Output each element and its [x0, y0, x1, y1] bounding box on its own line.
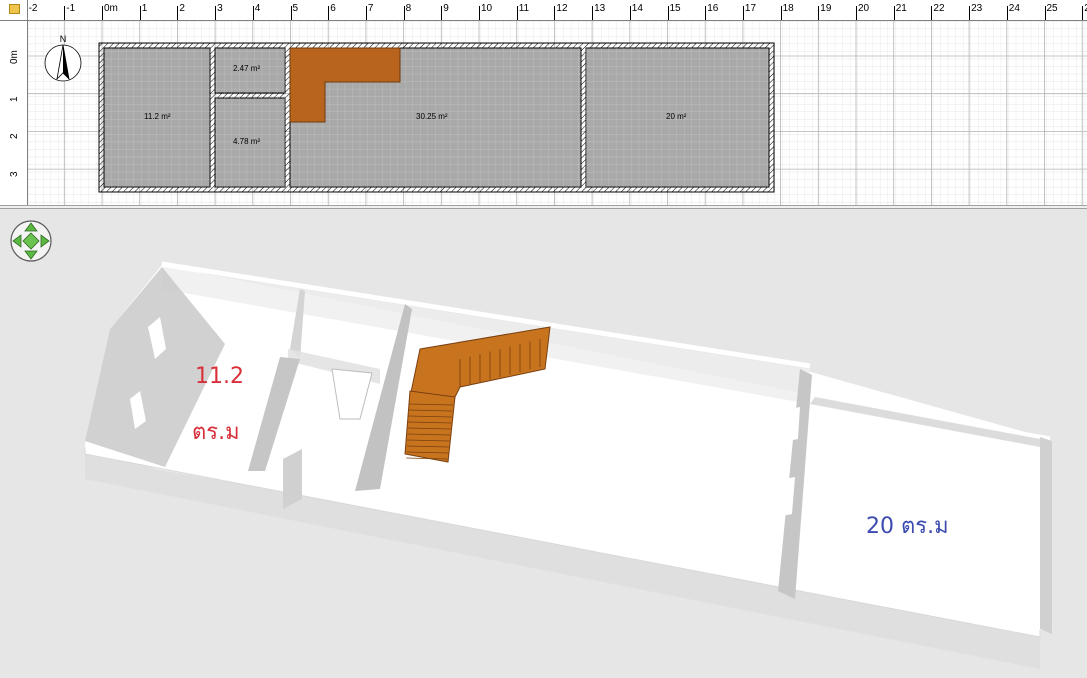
ruler-tick — [1006, 6, 1008, 20]
ruler-tick — [252, 6, 254, 20]
ruler-tick-label: 12 — [556, 3, 568, 14]
horizontal-ruler — [0, 0, 1087, 21]
ruler-tick — [818, 6, 820, 20]
ruler-tick-label: 2 — [179, 3, 185, 14]
compass-north-label: N — [60, 34, 67, 44]
ruler-tick-label: 0m — [104, 3, 118, 14]
ruler-tick-label: 22 — [933, 3, 945, 14]
ruler-tick — [592, 6, 594, 20]
ruler-tick — [365, 6, 367, 20]
ruler-corner — [0, 0, 28, 21]
area-unit-annotation: ตร.ม — [192, 420, 240, 445]
ruler-tick-label: 6 — [330, 3, 336, 14]
ruler-tick-label: 3 — [9, 171, 20, 178]
ruler-tick — [1082, 6, 1084, 20]
ruler-tick-label: 13 — [594, 3, 606, 14]
plan-drawing[interactable]: N — [28, 21, 1087, 205]
ruler-tick-label: 19 — [820, 3, 832, 14]
ruler-tick — [554, 6, 556, 20]
ruler-tick-label: -2 — [28, 3, 38, 14]
ruler-tick-label: 2 — [9, 133, 20, 140]
ruler-tick — [893, 6, 895, 20]
area-annotation: 11.2 — [195, 364, 244, 389]
ruler-tick-label: 23 — [971, 3, 983, 14]
ruler-tick-label: 15 — [669, 3, 681, 14]
right-end-wall — [1040, 437, 1052, 634]
room-area-label: 11.2 m² — [144, 112, 171, 121]
ruler-tick-label: 25 — [1046, 3, 1058, 14]
ruler-tick — [139, 6, 141, 20]
room-area-label: 4.78 m² — [233, 137, 261, 146]
vertical-ruler — [0, 20, 28, 205]
ruler-tick-label: 7 — [367, 3, 374, 14]
ruler-tick-label: 10 — [481, 3, 493, 14]
ruler-tick-label: 18 — [782, 3, 794, 14]
ruler-tick-label: 3 — [217, 3, 223, 14]
navigation-arrows-icon[interactable] — [9, 219, 53, 263]
plan-grid[interactable]: N 11.2 m² 2.47 m² 4.78 m² 30.25 m² 20 m² — [28, 21, 1087, 205]
ruler-tick-label: 5 — [292, 3, 299, 14]
ruler-tick-label: -1 — [66, 3, 76, 14]
stairs-lower — [404, 390, 456, 463]
area-annotation: 20 ตร.ม — [866, 514, 949, 539]
ruler-tick-label: 24 — [1008, 3, 1020, 14]
ruler-tick-label: 20 — [858, 3, 870, 14]
ruler-tick-label: 14 — [631, 3, 643, 14]
ruler-tick — [479, 6, 480, 20]
ruler-tick — [856, 6, 857, 20]
ruler-tick — [64, 6, 66, 20]
ruler-tick-label: 16 — [707, 3, 719, 14]
ruler-tick — [102, 6, 103, 20]
ruler-tick-label: 0m — [9, 50, 20, 64]
3d-view[interactable]: 11.2 ตร.ม 20 ตร.ม — [0, 209, 1087, 678]
ruler-tick-label: 17 — [744, 3, 757, 14]
ruler-tick — [705, 6, 707, 20]
3d-model[interactable] — [0, 209, 1087, 678]
plan-view[interactable]: N 11.2 m² 2.47 m² 4.78 m² 30.25 m² 20 m²… — [0, 0, 1087, 205]
room-area-label: 30.25 m² — [416, 112, 448, 121]
ruler-tick — [1044, 6, 1046, 20]
ruler-tick — [780, 6, 782, 20]
folder-icon — [9, 4, 20, 14]
ruler-tick — [215, 6, 217, 20]
ruler-tick-label: 1 — [9, 96, 20, 102]
ruler-tick — [290, 6, 292, 20]
ruler-tick — [667, 6, 669, 20]
ruler-tick — [629, 6, 631, 20]
ruler-tick — [516, 6, 518, 20]
ruler-tick — [403, 6, 405, 20]
ruler-tick-label: 21 — [895, 3, 907, 14]
ruler-tick-label: 1 — [141, 3, 148, 14]
room-area-label: 2.47 m² — [233, 64, 261, 73]
ruler-tick — [177, 6, 179, 20]
room-area-label: 20 m² — [666, 112, 687, 121]
ruler-tick-label: 8 — [405, 3, 412, 14]
ruler-tick — [969, 6, 971, 20]
ruler-tick — [742, 6, 744, 20]
ruler-tick — [328, 6, 330, 20]
ruler-tick — [441, 6, 443, 20]
ruler-tick-label: 9 — [443, 3, 449, 14]
ruler-tick-label: 4 — [254, 3, 261, 14]
ruler-tick-label: 11 — [518, 3, 530, 14]
ruler-tick — [931, 6, 933, 20]
